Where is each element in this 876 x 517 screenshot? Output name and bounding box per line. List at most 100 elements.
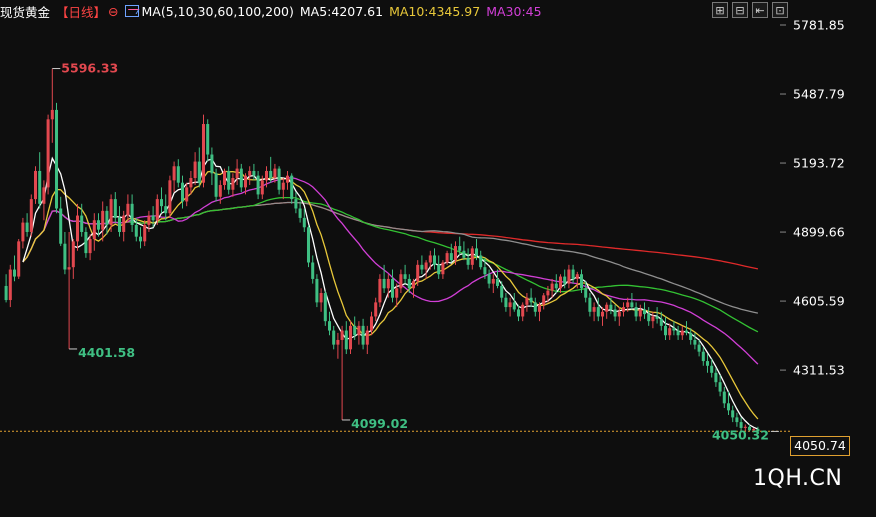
ma10-value: MA10:4345.97 (389, 3, 481, 19)
candle-body (542, 295, 546, 305)
candle-body (113, 199, 117, 218)
candle-body (437, 264, 441, 275)
candle-body (403, 274, 407, 279)
candle-body (445, 253, 449, 263)
y-tick-label: 5193.72 (793, 156, 845, 171)
candle-body (336, 339, 340, 345)
candle-body (54, 109, 59, 209)
candle-body (353, 325, 357, 336)
candle-body (8, 269, 12, 301)
candle-body (722, 391, 726, 404)
candle-body (453, 246, 458, 261)
candle-body (441, 262, 445, 275)
candle-body (424, 262, 428, 270)
candle-body (75, 215, 80, 242)
candle-body (117, 217, 122, 232)
candle-body (693, 339, 697, 345)
y-tick-label: 4605.59 (793, 294, 845, 309)
candle-body (651, 316, 655, 322)
candle-body (273, 168, 277, 178)
candle-body (134, 224, 138, 237)
annotation-label: 4050.32 (712, 427, 769, 442)
candle-body (634, 307, 638, 317)
candle-body (109, 199, 113, 225)
candle-body (584, 288, 588, 298)
candle-body (235, 168, 239, 178)
candle-body (655, 316, 659, 319)
candle-body (88, 239, 92, 254)
candle-body (374, 302, 378, 317)
candle-body (143, 224, 147, 242)
candle-body (252, 170, 256, 176)
candle-body (705, 361, 710, 366)
candle-body (193, 161, 197, 178)
ma-icon[interactable] (124, 5, 139, 17)
candle-body (432, 255, 437, 265)
candle-body (411, 281, 416, 289)
y-tick-label: 5487.79 (793, 87, 845, 102)
candle-body (264, 170, 269, 181)
candle-body (315, 278, 319, 303)
period-dropdown-icon[interactable]: ⊖ (108, 4, 118, 19)
candle-body (50, 109, 54, 120)
candle-body (689, 332, 693, 340)
candle-body (449, 253, 453, 261)
candle-body (218, 185, 222, 197)
candle-body (462, 250, 466, 258)
candle-body (710, 365, 714, 373)
candle-body (332, 330, 336, 345)
candle-body (281, 182, 285, 190)
candle-body (714, 372, 718, 383)
fullscreen-icon[interactable]: ⊡ (772, 2, 788, 18)
candle-body (613, 309, 617, 317)
candle-body (617, 311, 621, 317)
candle-body (504, 297, 508, 308)
watermark: 1QH.CN (753, 466, 843, 491)
candle-body (600, 311, 605, 317)
candle-body (563, 276, 567, 284)
jump-start-icon[interactable]: ⇤ (752, 2, 768, 18)
candle-body (420, 264, 424, 270)
candle-body (231, 177, 235, 190)
candle-body (222, 170, 227, 186)
candle-body (630, 302, 634, 308)
candle-body (96, 220, 101, 230)
candle-body (495, 278, 500, 286)
candle-body (428, 255, 432, 263)
candle-body (206, 124, 210, 155)
candle-body (294, 199, 298, 209)
candle-body (172, 166, 176, 181)
candle-body (491, 278, 495, 284)
ma30-value: MA30:45 (486, 3, 542, 19)
candle-body (365, 330, 369, 345)
candlestick-plot: 5781.85 5487.79 5193.72 4899.66 4605.59 4311.… (0, 18, 845, 442)
candle-body (243, 175, 248, 188)
candle-body (361, 325, 365, 345)
period-label[interactable]: 【日线】 (56, 2, 106, 21)
candle-body (4, 285, 8, 301)
candle-body (487, 274, 491, 284)
candle-body (416, 264, 420, 282)
candle-body (159, 199, 164, 207)
candle-body (521, 304, 525, 317)
candle-body (176, 166, 180, 183)
candle-body (67, 267, 71, 270)
candle-body (466, 257, 470, 265)
candle-body (668, 328, 672, 336)
y-tick-label: 4899.66 (793, 225, 845, 240)
candle-body (483, 267, 487, 275)
candle-body (38, 170, 42, 204)
candle-body (302, 217, 306, 228)
candle-body (407, 278, 411, 289)
candle-body (575, 274, 579, 279)
candle-body (71, 241, 75, 268)
candle-body (147, 215, 151, 225)
zoom-in-icon[interactable]: ⊞ (712, 2, 728, 18)
candle-body (558, 276, 563, 289)
candle-body (386, 278, 390, 289)
zoom-out-icon[interactable]: ⊟ (732, 2, 748, 18)
ma5-line (22, 156, 759, 430)
candle-body (701, 351, 705, 362)
annotation-label: 4099.02 (351, 416, 408, 431)
candle-body (63, 243, 67, 270)
